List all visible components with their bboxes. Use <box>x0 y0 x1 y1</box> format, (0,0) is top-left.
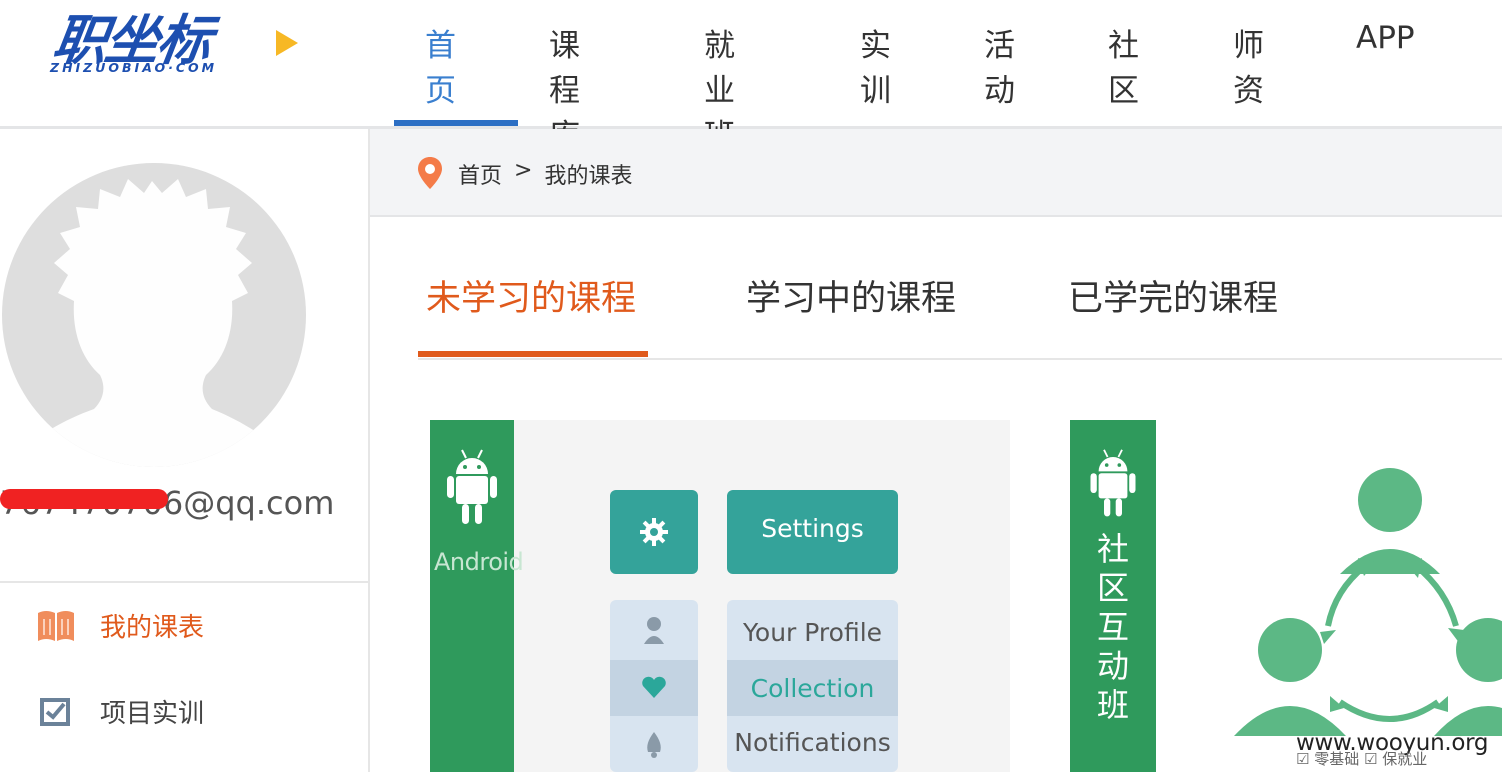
sidebar-item-label: 我的课表 <box>100 613 205 643</box>
nav-item-teachers[interactable]: 师资 <box>1233 20 1264 110</box>
email-redaction-mark <box>0 489 168 509</box>
tab-in-progress[interactable]: 学习中的课程 <box>746 270 956 321</box>
title-char: 班 <box>1096 686 1129 724</box>
logo-arrow-icon <box>276 30 298 56</box>
default-avatar-silhouette-icon <box>2 179 298 467</box>
checkbox-icon <box>36 695 76 729</box>
course-card-android[interactable]: Android Settings Your Profile Collection… <box>430 420 1010 772</box>
avatar[interactable] <box>2 163 306 467</box>
nav-active-indicator <box>394 120 518 126</box>
settings-menu-list: Your Profile Collection Notifications <box>727 600 898 772</box>
tab-not-started[interactable]: 未学习的课程 <box>426 270 636 321</box>
card-footer-tags: ☑ 零基础 ☑ 保就业 <box>1296 750 1428 768</box>
logo-subtext: ZHIZUOBIAO·COM <box>50 60 218 75</box>
book-icon <box>36 609 76 643</box>
sidebar-item-project-training[interactable]: 项目实训 <box>36 693 204 730</box>
title-char: 动 <box>1096 647 1129 685</box>
site-logo[interactable]: 职坐标 ZHIZUOBIAO·COM <box>48 2 298 80</box>
heart-icon <box>642 676 666 702</box>
user-icon <box>644 616 664 648</box>
settings-header-tile: Settings <box>727 490 898 574</box>
nav-item-app[interactable]: APP <box>1356 20 1415 56</box>
tab-active-indicator <box>418 351 648 357</box>
breadcrumb: 首页 > 我的课表 <box>370 129 1502 217</box>
course-tabs: 未学习的课程 学习中的课程 已学完的课程 <box>418 250 1502 360</box>
gear-icon <box>640 518 668 550</box>
nav-item-activities[interactable]: 活动 <box>984 20 1015 110</box>
tab-completed[interactable]: 已学完的课程 <box>1068 270 1278 321</box>
menu-item-notifications: Notifications <box>734 728 891 757</box>
platform-label: Android <box>434 548 524 576</box>
settings-label: Settings <box>761 514 864 543</box>
nav-item-training[interactable]: 实训 <box>860 20 891 110</box>
top-header: 职坐标 ZHIZUOBIAO·COM 首页 课程库 就业班 实训 活动 社区 师… <box>0 0 1502 154</box>
course-card-community[interactable]: 社 区 互 动 班 <box>1070 420 1502 772</box>
bell-icon <box>646 732 662 762</box>
sidebar-item-my-schedule[interactable]: 我的课表 <box>36 607 204 644</box>
location-pin-icon <box>418 157 442 193</box>
menu-icon-column <box>610 600 698 772</box>
android-icon <box>446 448 498 532</box>
user-sidebar: 767470706@qq.com 我的课表 项目实训 <box>0 129 370 772</box>
android-icon <box>1083 448 1143 524</box>
card-side-banner: Android <box>430 420 524 772</box>
settings-tile <box>610 490 698 574</box>
title-char: 互 <box>1096 608 1129 646</box>
nav-item-home[interactable]: 首页 <box>425 20 456 110</box>
sidebar-item-label: 项目实训 <box>100 699 205 729</box>
breadcrumb-current: 我的课表 <box>544 164 633 189</box>
menu-item-your-profile: Your Profile <box>742 618 883 647</box>
breadcrumb-separator: > <box>514 158 533 183</box>
breadcrumb-home-link[interactable]: 首页 <box>458 158 502 190</box>
title-char: 社 <box>1096 530 1129 568</box>
card-vertical-title: 社 区 互 动 班 <box>1092 530 1134 725</box>
card-side-banner: 社 区 互 动 班 <box>1070 420 1156 772</box>
sidebar-divider <box>0 581 368 583</box>
people-network-icon <box>1220 440 1502 764</box>
nav-item-community[interactable]: 社区 <box>1108 20 1139 110</box>
menu-item-collection: Collection <box>750 674 875 703</box>
title-char: 区 <box>1096 569 1129 607</box>
